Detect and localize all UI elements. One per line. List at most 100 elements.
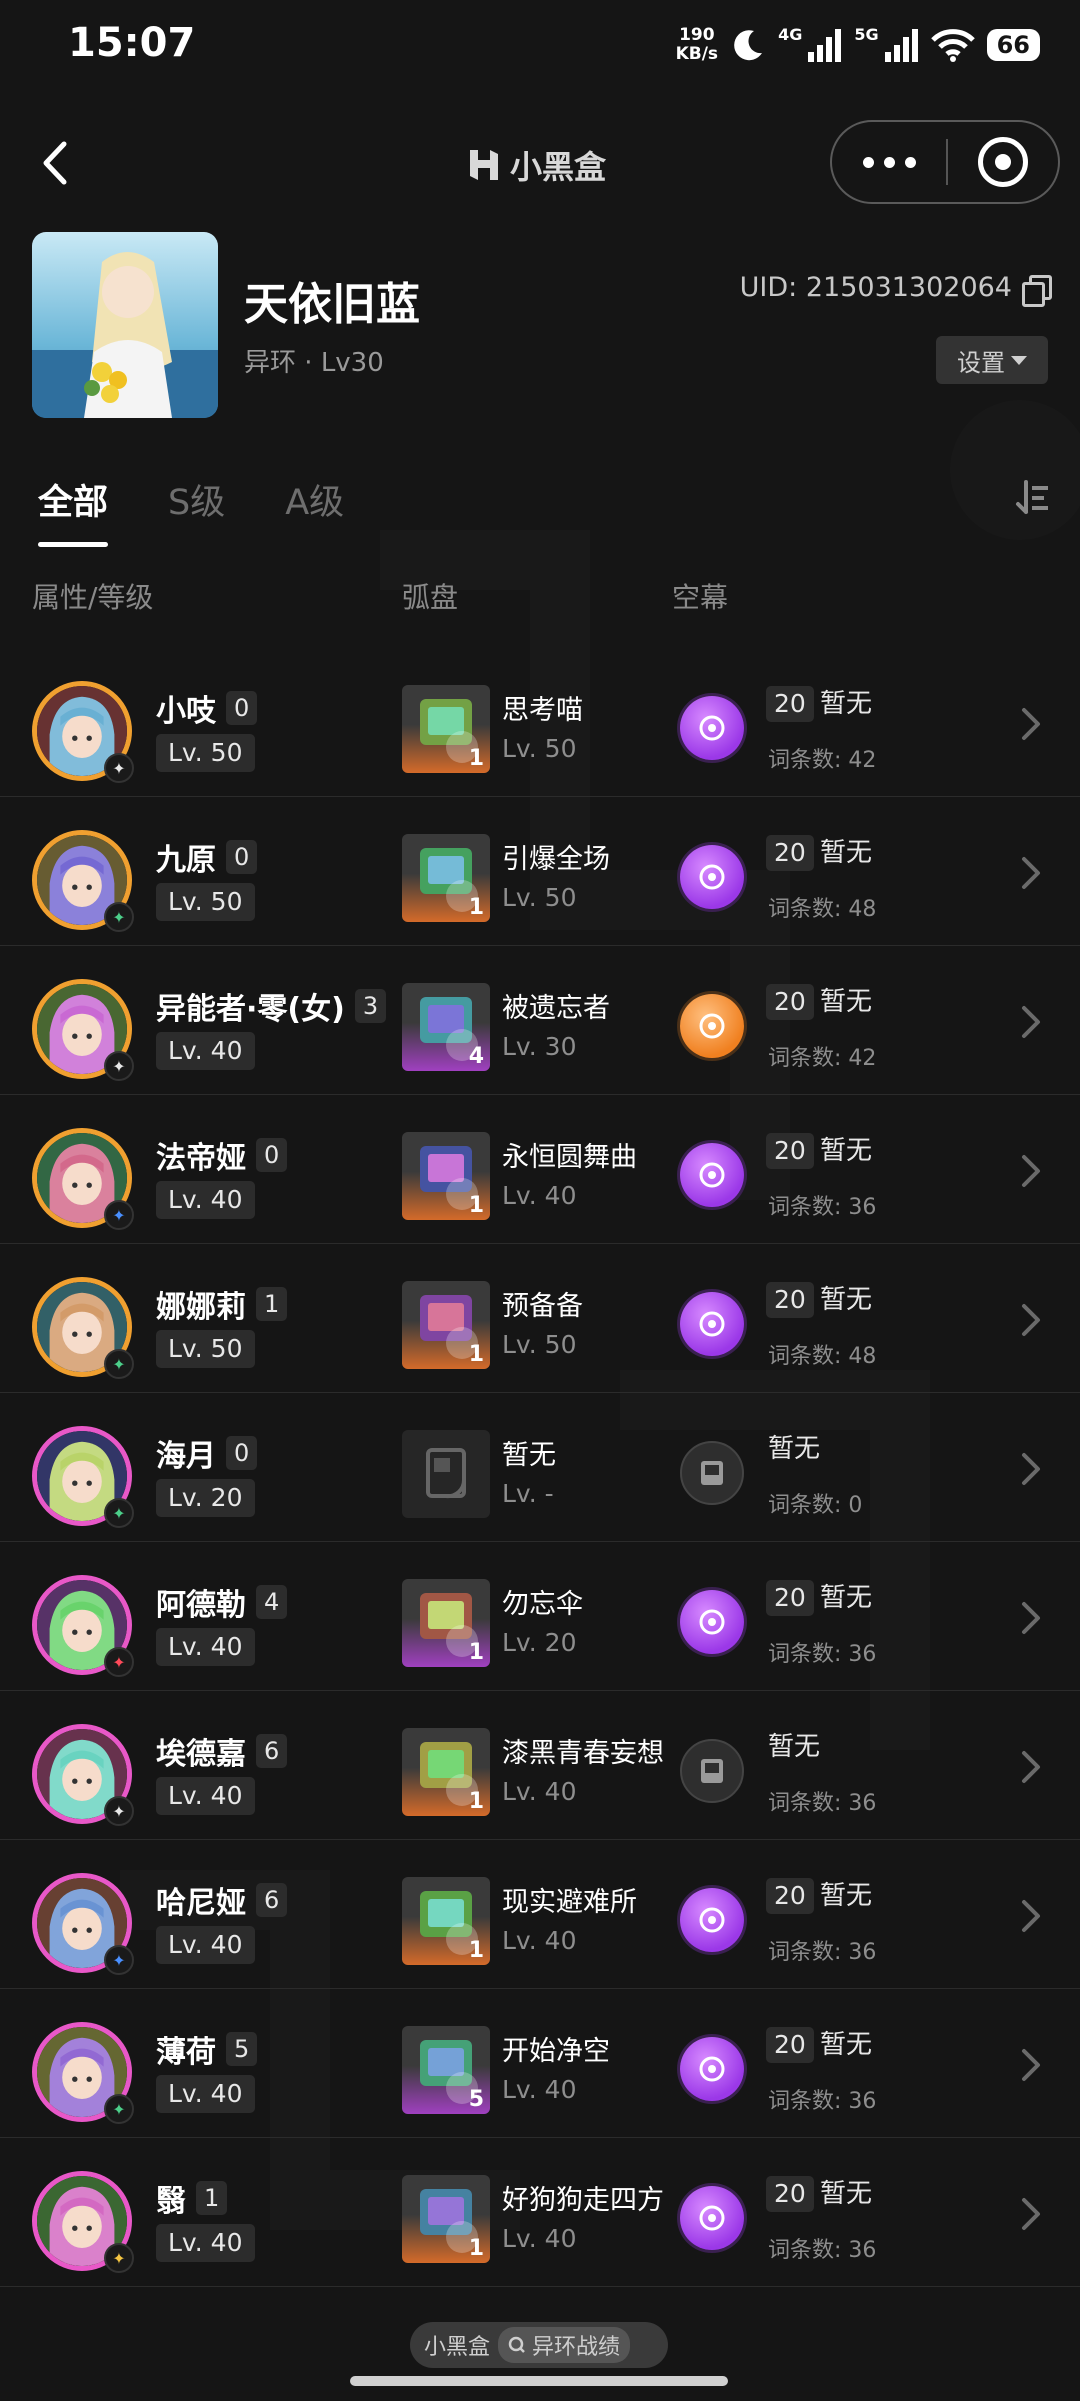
chevron-right-icon[interactable] xyxy=(1010,853,1050,893)
disk-refine-count: 1 xyxy=(468,2236,484,2261)
character-row[interactable]: ✦ 娜娜莉 1 Lv. 50 1 预备备 Lv. 50 20 暂无 词条数: 4… xyxy=(0,1244,1080,1393)
character-row[interactable]: ✦ 异能者·零(女) 3 Lv. 40 4 被遗忘者 Lv. 30 20 暂无 … xyxy=(0,946,1080,1095)
attribute-icon: ✦ xyxy=(104,1796,134,1826)
curtain-status: 暂无 xyxy=(820,987,873,1017)
home-indicator[interactable] xyxy=(350,2376,728,2386)
disk-level: Lv. 50 xyxy=(502,883,577,912)
copy-icon[interactable] xyxy=(1022,274,1052,307)
disk-image: 1 xyxy=(402,685,490,773)
disk-level: Lv. 30 xyxy=(502,1032,577,1061)
disk-image: 1 xyxy=(402,2175,490,2263)
awaken-rank-badge: 3 xyxy=(354,989,387,1023)
character-row[interactable]: ✦ 翳 1 Lv. 40 1 好狗狗走四方 Lv. 40 20 暂无 词条数: … xyxy=(0,2138,1080,2287)
disk-image xyxy=(402,1430,490,1518)
chevron-right-icon[interactable] xyxy=(1010,2045,1050,2085)
settings-label: 设置 xyxy=(957,348,1005,377)
tab-a-rank[interactable]: A级 xyxy=(285,474,344,525)
character-row[interactable]: ✦ 哈尼娅 6 Lv. 40 1 现实避难所 Lv. 40 20 暂无 词条数:… xyxy=(0,1840,1080,1989)
signal-icon xyxy=(884,29,918,62)
curtain-status: 暂无 xyxy=(820,689,873,719)
chevron-right-icon[interactable] xyxy=(1010,704,1050,744)
disk-level: Lv. - xyxy=(502,1479,554,1508)
character-row[interactable]: ✦ 九原 0 Lv. 50 1 引爆全场 Lv. 50 20 暂无 词条数: 4… xyxy=(0,797,1080,946)
attribute-icon: ✦ xyxy=(104,753,134,783)
curtain-entry-count: 词条数: 36 xyxy=(768,1791,877,1816)
tab-s-rank[interactable]: S级 xyxy=(168,474,225,525)
uid-text: UID: 215031302064 xyxy=(739,272,1012,303)
curtain-icon xyxy=(680,1441,744,1505)
awaken-rank-badge: 1 xyxy=(256,1287,288,1321)
curtain-level: 20 xyxy=(766,835,814,871)
wifi-icon xyxy=(930,29,975,62)
signal-icon xyxy=(808,29,842,62)
disk-level: Lv. 40 xyxy=(502,1777,577,1806)
character-level: Lv. 20 xyxy=(156,1479,255,1517)
awaken-rank-badge: 0 xyxy=(226,691,258,725)
character-row[interactable]: ✦ 薄荷 5 Lv. 40 5 开始净空 Lv. 40 20 暂无 词条数: 3… xyxy=(0,1989,1080,2138)
curtain-icon xyxy=(680,1590,744,1654)
disk-name: 漆黑青春妄想 xyxy=(502,1738,664,1769)
disk-image: 1 xyxy=(402,1281,490,1369)
curtain-status: 暂无 xyxy=(820,1881,873,1911)
back-arrow-icon[interactable] xyxy=(30,136,84,190)
disk-name: 永恒圆舞曲 xyxy=(502,1142,637,1173)
disk-level: Lv. 40 xyxy=(502,1926,577,1955)
header: 小黑盒 xyxy=(0,118,1080,208)
character-level: Lv. 50 xyxy=(156,734,255,772)
disk-name: 暂无 xyxy=(502,1440,556,1471)
awaken-rank-badge: 6 xyxy=(256,1883,288,1917)
curtain-status: 暂无 xyxy=(820,2030,873,2060)
curtain-icon xyxy=(680,1739,744,1803)
chevron-right-icon[interactable] xyxy=(1010,1300,1050,1340)
character-name: 异能者·零(女) 3 xyxy=(156,984,387,1028)
disk-level: Lv. 20 xyxy=(502,1628,577,1657)
disk-refine-count: 1 xyxy=(468,746,484,771)
chevron-right-icon[interactable] xyxy=(1010,2194,1050,2234)
close-miniprogram-button[interactable] xyxy=(948,122,1058,202)
disk-refine-count: 5 xyxy=(468,2087,484,2112)
disk-image: 5 xyxy=(402,2026,490,2114)
character-row[interactable]: ✦ 海月 0 Lv. 20 暂无 Lv. - 暂无 词条数: 0 xyxy=(0,1393,1080,1542)
attribute-icon: ✦ xyxy=(104,1647,134,1677)
app-brand: 小黑盒 xyxy=(466,142,606,188)
settings-dropdown-button[interactable]: 设置 xyxy=(936,336,1048,384)
character-row[interactable]: ✦ 法帝娅 0 Lv. 40 1 永恒圆舞曲 Lv. 40 20 暂无 词条数:… xyxy=(0,1095,1080,1244)
disk-name: 预备备 xyxy=(502,1291,583,1322)
character-row[interactable]: ✦ 埃德嘉 6 Lv. 40 1 漆黑青春妄想 Lv. 40 暂无 词条数: 3… xyxy=(0,1691,1080,1840)
awaken-rank-badge: 4 xyxy=(256,1585,288,1619)
curtain-entry-count: 词条数: 36 xyxy=(768,1940,877,1965)
bottom-brand-pill[interactable]: 小黑盒 异环战绩 xyxy=(410,2322,668,2368)
awaken-rank-badge: 0 xyxy=(226,1436,258,1470)
character-level: Lv. 50 xyxy=(156,883,255,921)
chevron-right-icon[interactable] xyxy=(1010,1151,1050,1191)
moon-icon xyxy=(734,30,763,61)
character-level: Lv. 40 xyxy=(156,1926,255,1964)
awaken-rank-badge: 0 xyxy=(226,840,258,874)
character-row[interactable]: ✦ 阿德勒 4 Lv. 40 1 勿忘伞 Lv. 20 20 暂无 词条数: 3… xyxy=(0,1542,1080,1691)
signal-4g-label: 4G xyxy=(778,24,803,44)
more-button[interactable] xyxy=(832,122,946,202)
sort-filter-icon[interactable] xyxy=(1012,478,1052,518)
curtain-status: 暂无 xyxy=(820,1136,873,1166)
curtain-icon xyxy=(680,845,744,909)
curtain-entry-count: 词条数: 48 xyxy=(768,897,877,922)
search-icon xyxy=(508,2336,525,2353)
chevron-right-icon[interactable] xyxy=(1010,1449,1050,1489)
character-row[interactable]: ✦ 小吱 0 Lv. 50 1 思考喵 Lv. 50 20 暂无 词条数: 42 xyxy=(0,648,1080,797)
disk-image: 1 xyxy=(402,1728,490,1816)
curtain-entry-count: 词条数: 42 xyxy=(768,748,877,773)
chevron-right-icon[interactable] xyxy=(1010,1598,1050,1638)
disk-image: 1 xyxy=(402,1132,490,1220)
tab-all[interactable]: 全部 xyxy=(38,474,109,547)
chevron-right-icon[interactable] xyxy=(1010,1002,1050,1042)
chevron-right-icon[interactable] xyxy=(1010,1747,1050,1787)
chevron-right-icon[interactable] xyxy=(1010,1896,1050,1936)
more-dots-icon xyxy=(862,156,874,168)
character-level: Lv. 40 xyxy=(156,1628,255,1666)
column-header-attribute: 属性/等级 xyxy=(32,581,154,614)
uid-display: UID: 215031302064 xyxy=(739,272,1052,307)
attribute-icon: ✦ xyxy=(104,902,134,932)
character-level: Lv. 40 xyxy=(156,2224,255,2262)
curtain-level: 20 xyxy=(766,2027,814,2063)
curtain-status: 暂无 xyxy=(820,2179,873,2209)
